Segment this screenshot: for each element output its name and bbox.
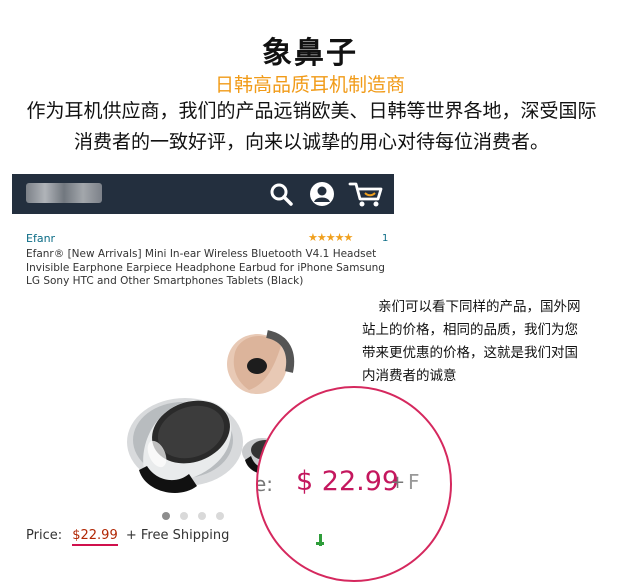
search-icon[interactable] xyxy=(267,180,295,208)
carousel-dot[interactable] xyxy=(216,512,224,520)
carousel-dot[interactable] xyxy=(162,512,170,520)
zoom-price: $ 22.99 xyxy=(296,466,400,497)
annotation-line: 内消费者的诚意 xyxy=(362,368,457,384)
annotation-line: 带来更优惠的价格，这就是我们对国 xyxy=(362,345,578,361)
annotation-line: 亲们可以看下同样的产品，国外网 xyxy=(378,299,581,315)
brand-title: 象鼻子 xyxy=(262,36,358,71)
rating-stars[interactable]: ★★★★★ xyxy=(308,231,353,244)
zoom-plus: + xyxy=(390,472,406,493)
annotation-text: 亲们可以看下同样的产品，国外网 站上的价格，相同的品质，我们为您 带来更优惠的价… xyxy=(362,296,614,388)
logo xyxy=(26,183,102,203)
seller-link[interactable]: Efanr xyxy=(26,232,55,245)
app-header xyxy=(12,174,394,214)
price-row: Price: $22.99 + Free Shipping xyxy=(26,528,230,546)
carousel-dot[interactable] xyxy=(180,512,188,520)
account-icon[interactable] xyxy=(308,180,336,208)
price-value: $22.99 xyxy=(72,528,118,546)
annotation-line: 站上的价格，相同的品质，我们为您 xyxy=(362,322,578,338)
product-title[interactable]: Efanr® [New Arrivals] Mini In-ear Wirele… xyxy=(26,248,386,289)
zoom-prefix: e: xyxy=(258,472,274,496)
price-label: Price: xyxy=(26,528,63,543)
subtitle: 日韩高品质耳机制造商 xyxy=(214,74,405,96)
shipping-info: + Free Shipping xyxy=(125,528,230,543)
carousel-dots xyxy=(162,512,224,520)
green-mark-icon xyxy=(316,534,324,546)
zoom-callout: e: $ 22.99 + F xyxy=(256,386,452,582)
review-count[interactable]: 1 xyxy=(382,233,388,244)
carousel-dot[interactable] xyxy=(198,512,206,520)
cart-icon[interactable] xyxy=(348,180,384,208)
intro-text: 作为耳机供应商，我们的产品远销欧美、日韩等世界各地，深受国际消费者的一致好评，向… xyxy=(26,100,597,153)
zoom-suffix: F xyxy=(408,470,420,494)
